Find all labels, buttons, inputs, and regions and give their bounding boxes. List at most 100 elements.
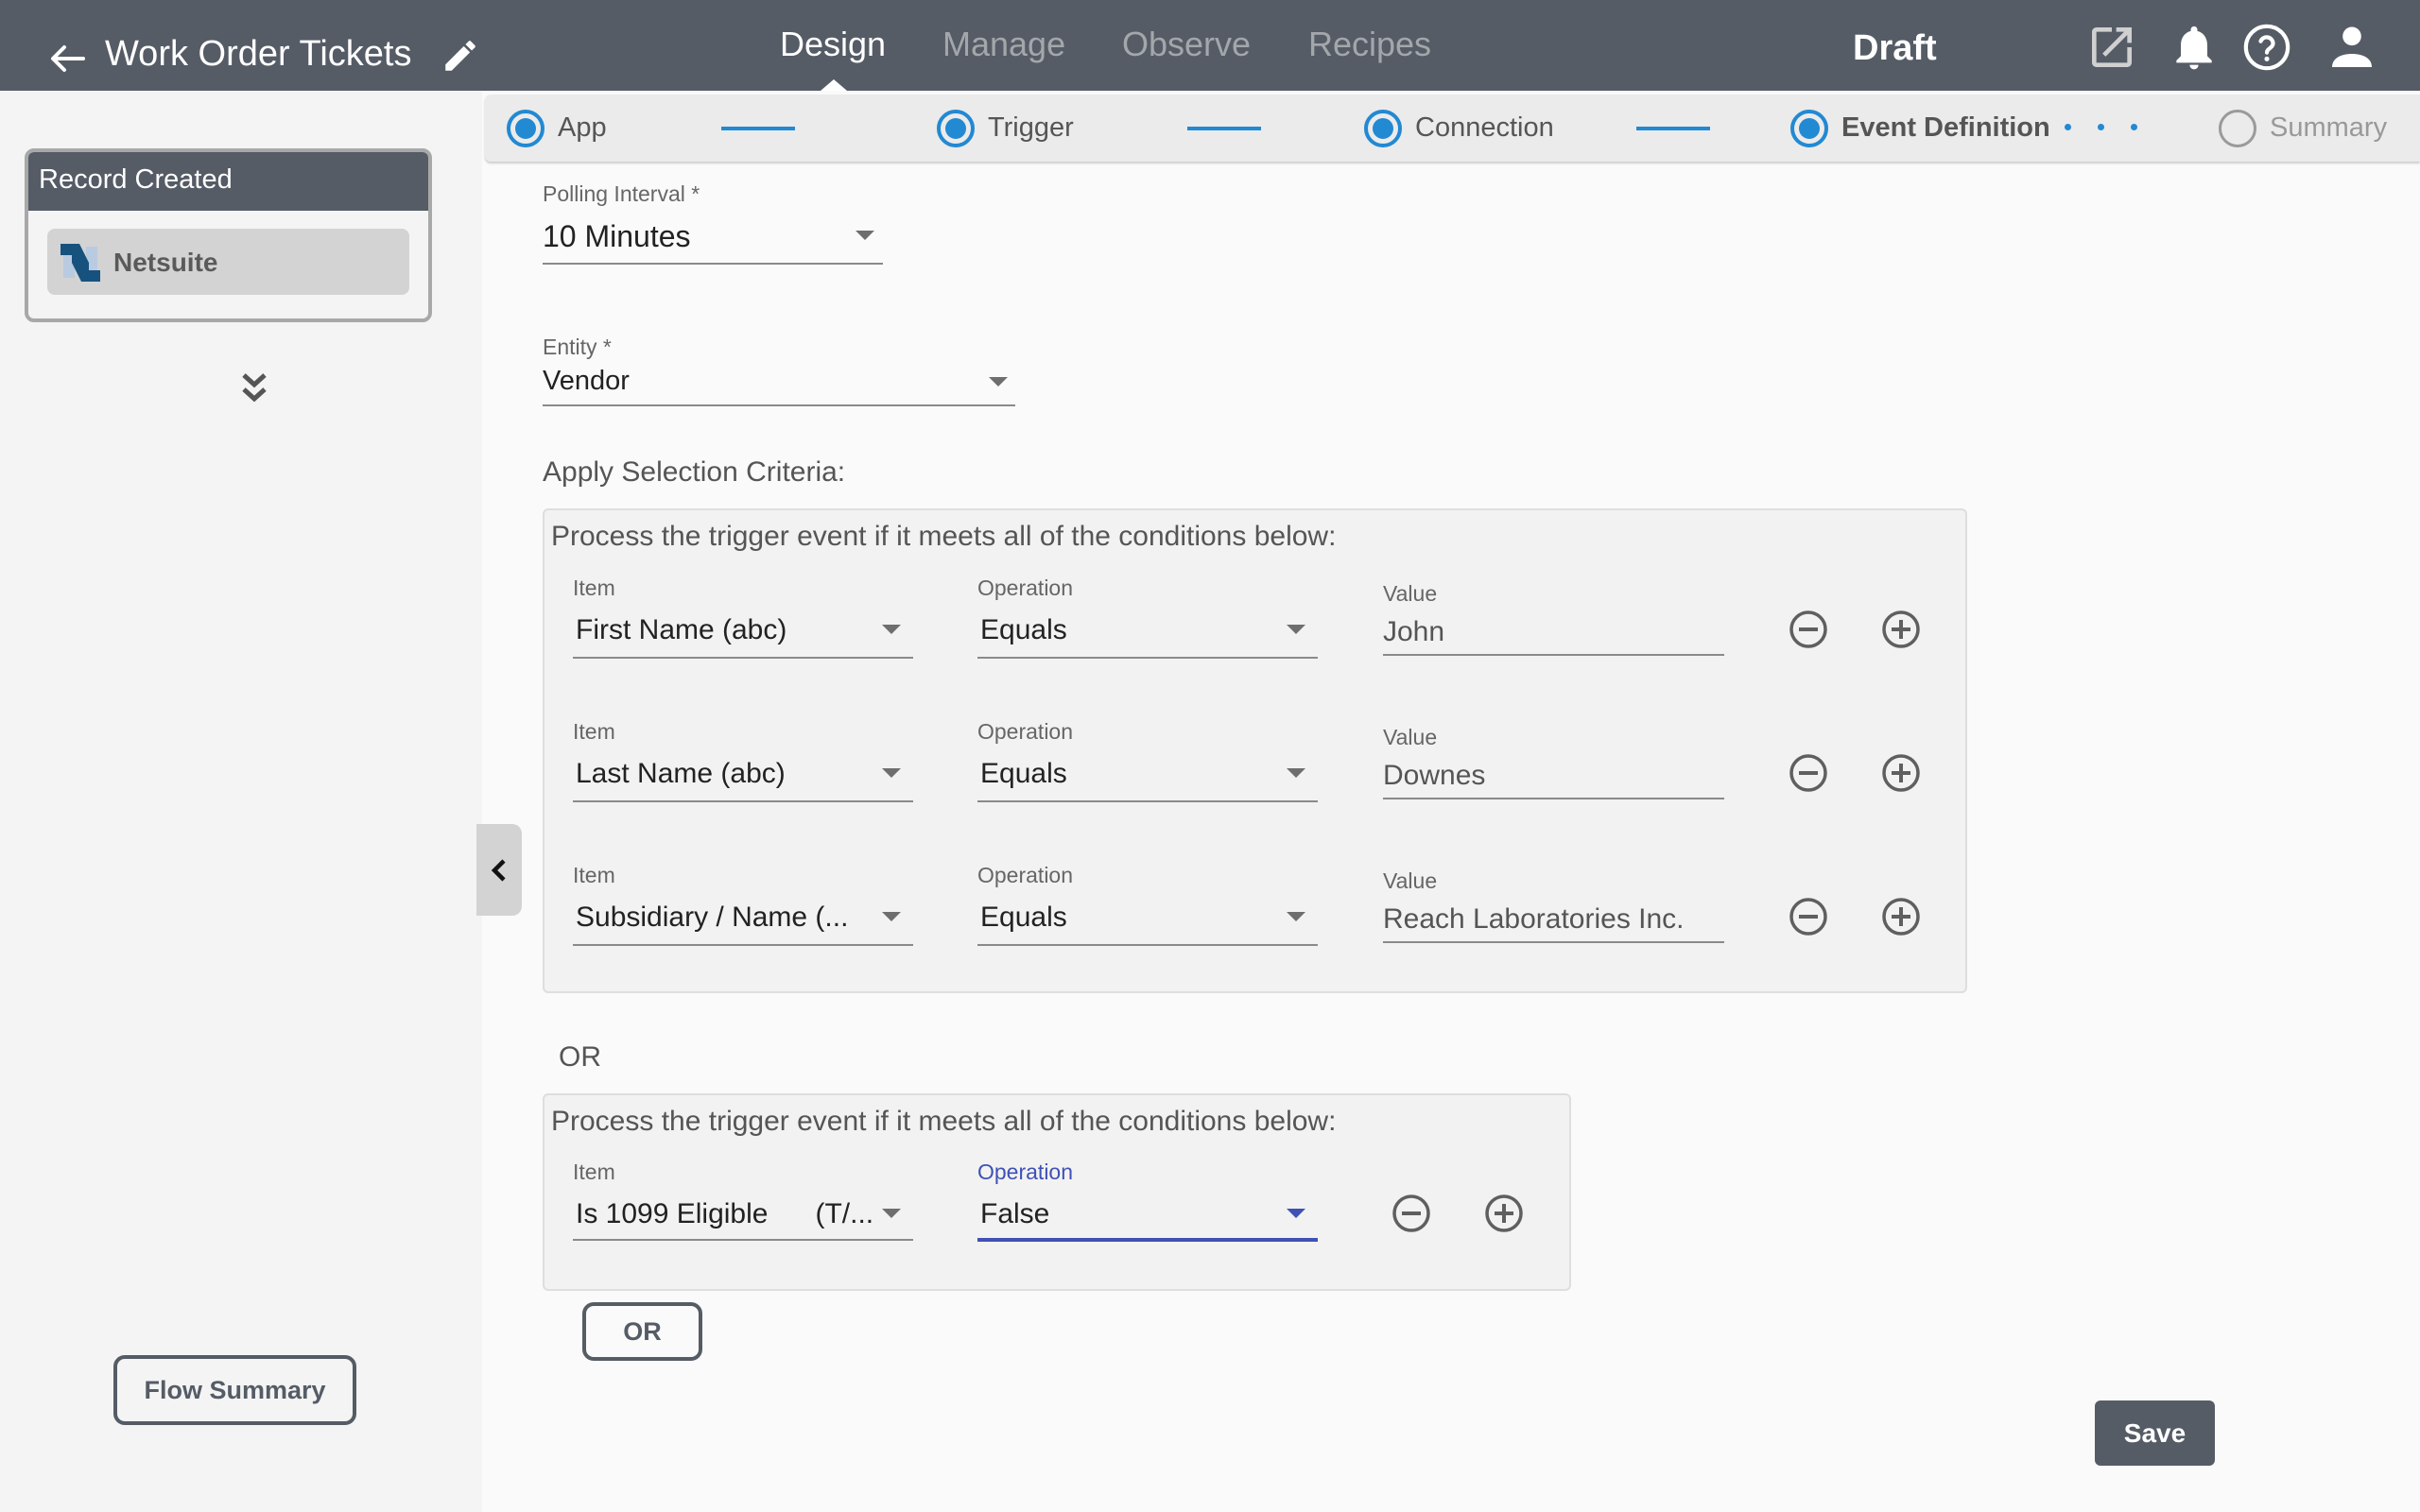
tab-design[interactable]: Design: [780, 25, 886, 64]
back-button[interactable]: [45, 38, 89, 76]
field-underline: [1383, 941, 1724, 943]
field-underline: [573, 800, 913, 802]
step-current-icon: [1790, 109, 1828, 147]
step-connector: [1187, 127, 1261, 130]
tab-manage[interactable]: Manage: [942, 25, 1065, 64]
edit-title-button[interactable]: [441, 36, 480, 76]
item-value: Last Name (abc): [576, 758, 786, 789]
active-tab-indicator: [821, 79, 847, 91]
plus-circle-icon: [1882, 754, 1920, 792]
condition-group-title: Process the trigger event if it meets al…: [551, 521, 1337, 552]
dropdown-caret-icon: [882, 1209, 901, 1218]
value-input[interactable]: Reach Laboratories Inc.: [1383, 903, 1685, 936]
field-underline: [573, 657, 913, 659]
notifications-button[interactable]: [2168, 21, 2221, 74]
dropdown-caret-icon: [1287, 768, 1305, 778]
netsuite-logo-icon: [60, 244, 100, 282]
plus-circle-icon: [1882, 898, 1920, 936]
step-event-definition[interactable]: Event Definition: [1790, 94, 2050, 162]
trigger-card-title: Record Created: [39, 164, 233, 195]
dropdown-caret-icon: [1287, 912, 1305, 921]
add-or-group-button[interactable]: OR: [582, 1302, 702, 1361]
top-header: Work Order Tickets Design Manage Observe…: [0, 0, 2420, 91]
entity-label: Entity *: [543, 335, 612, 359]
condition-group-title: Process the trigger event if it meets al…: [551, 1106, 1337, 1137]
add-condition-button[interactable]: [1882, 754, 1920, 792]
dropdown-caret-icon: [989, 377, 1008, 387]
tab-recipes[interactable]: Recipes: [1308, 25, 1431, 64]
add-condition-button[interactable]: [1882, 610, 1920, 648]
add-condition-button[interactable]: [1882, 898, 1920, 936]
or-separator: OR: [559, 1041, 601, 1073]
value-input[interactable]: Downes: [1383, 760, 1485, 792]
operation-value: Equals: [980, 614, 1067, 645]
step-app[interactable]: App: [507, 94, 607, 162]
polling-interval-value: 10 Minutes: [543, 219, 691, 253]
step-label: Trigger: [988, 112, 1074, 143]
operation-label: Operation: [977, 576, 1074, 600]
app-chip[interactable]: [47, 229, 409, 295]
field-underline-focused: [977, 1238, 1318, 1242]
step-label: Summary: [2270, 112, 2388, 143]
value-label: Value: [1383, 868, 1438, 893]
step-pending-icon: [2219, 109, 2256, 147]
dropdown-caret-icon: [1287, 625, 1305, 634]
dropdown-caret-icon: [1287, 1209, 1305, 1218]
operation-label: Operation: [977, 719, 1074, 744]
field-underline: [977, 944, 1318, 946]
item-value: Subsidiary / Name (...: [576, 902, 849, 933]
field-underline: [573, 944, 913, 946]
item-value: First Name (abc): [576, 614, 787, 645]
dropdown-caret-icon: [882, 912, 901, 921]
entity-value: Vendor: [543, 366, 630, 396]
status-badge: Draft: [1853, 28, 1937, 68]
save-button[interactable]: Save: [2095, 1400, 2215, 1466]
operation-value: Equals: [980, 758, 1067, 789]
field-underline: [1383, 798, 1724, 799]
item-label: Item: [573, 576, 615, 600]
field-underline: [1383, 654, 1724, 656]
tab-observe[interactable]: Observe: [1122, 25, 1251, 64]
step-connector: [1636, 127, 1710, 130]
value-input[interactable]: John: [1383, 616, 1444, 648]
item-label: Item: [573, 719, 615, 744]
open-in-new-icon: [2092, 27, 2132, 67]
remove-condition-button[interactable]: [1789, 754, 1827, 792]
step-complete-icon: [1364, 109, 1402, 147]
dropdown-caret-icon: [856, 231, 874, 240]
operation-label: Operation: [977, 1160, 1074, 1184]
step-connector: [721, 127, 795, 130]
remove-condition-button[interactable]: [1789, 610, 1827, 648]
step-connection[interactable]: Connection: [1364, 94, 1554, 162]
item-label: Item: [573, 863, 615, 887]
double-chevron-down-icon: [242, 373, 267, 403]
operation-label: Operation: [977, 863, 1074, 887]
polling-interval-label: Polling Interval *: [543, 181, 700, 206]
item-value: Is 1099 Eligible (T/...: [576, 1198, 874, 1229]
account-button[interactable]: [2325, 21, 2378, 74]
pencil-icon: [445, 41, 475, 71]
field-underline: [977, 800, 1318, 802]
flow-summary-button[interactable]: Flow Summary: [113, 1355, 356, 1425]
expand-flow-button[interactable]: [240, 372, 268, 404]
help-circle-icon: [2243, 24, 2290, 71]
step-summary[interactable]: Summary: [2219, 94, 2387, 162]
user-icon: [2332, 26, 2372, 67]
step-label: Event Definition: [1841, 112, 2050, 143]
help-button[interactable]: [2240, 21, 2293, 74]
field-underline: [543, 404, 1015, 406]
step-connector-dotted: [2065, 124, 2137, 130]
remove-condition-button[interactable]: [1392, 1194, 1430, 1232]
chevron-left-icon: [491, 858, 506, 882]
arrow-left-icon: [51, 45, 85, 72]
plus-circle-icon: [1485, 1194, 1523, 1232]
field-underline: [977, 657, 1318, 659]
bell-icon: [2176, 26, 2212, 70]
collapse-sidebar-button[interactable]: [476, 824, 522, 916]
step-trigger[interactable]: Trigger: [937, 94, 1074, 162]
remove-condition-button[interactable]: [1789, 898, 1827, 936]
open-in-new-button[interactable]: [2085, 21, 2138, 74]
minus-circle-icon: [1392, 1194, 1430, 1232]
field-underline: [573, 1239, 913, 1241]
add-condition-button[interactable]: [1485, 1194, 1523, 1232]
